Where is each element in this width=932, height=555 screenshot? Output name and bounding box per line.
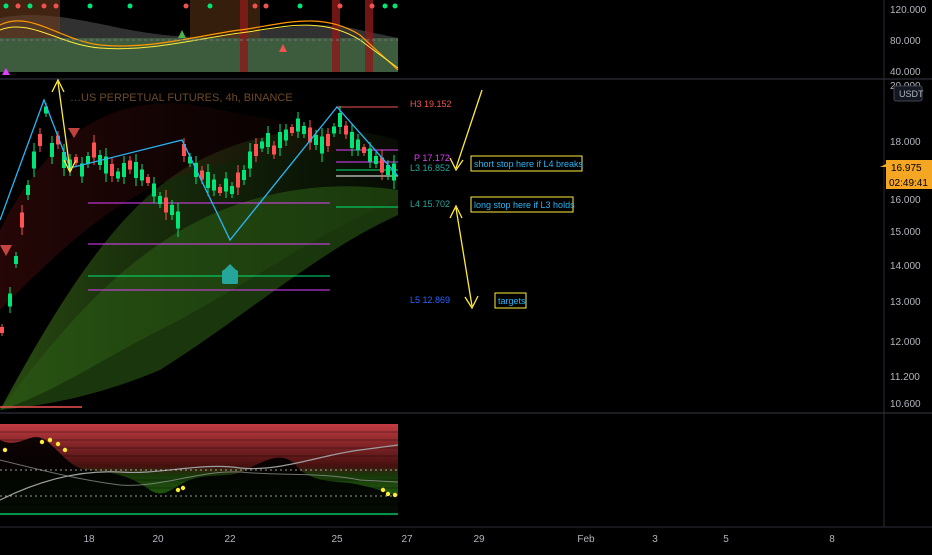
candle (344, 125, 348, 135)
time-tick: 20 (152, 534, 164, 545)
candle (122, 163, 126, 177)
candle (254, 144, 258, 156)
candle (242, 170, 246, 180)
candle (134, 162, 138, 178)
candle (362, 147, 366, 153)
pivot-label-l5: L5 12.869 (410, 295, 450, 305)
candle (272, 145, 276, 155)
candle (110, 164, 114, 176)
price-tick: 11.200 (890, 372, 920, 383)
candle (290, 127, 294, 133)
top-tick-2: 40.000 (890, 67, 921, 78)
top-oscillator (0, 0, 399, 75)
candle (314, 135, 318, 145)
pivot-label-p: P 17.172 (414, 153, 450, 163)
candle (296, 118, 300, 132)
pivot-label-l4: L4 15.702 (410, 199, 450, 209)
main-price-panel[interactable] (0, 78, 483, 410)
annotation-short-stop: short stop here if L4 breaks (474, 159, 584, 169)
price-tick: 15.000 (890, 227, 921, 238)
candle (158, 196, 162, 204)
candle (176, 211, 180, 229)
time-tick: 8 (829, 534, 835, 545)
time-tick: Feb (577, 534, 595, 545)
candle (0, 327, 4, 333)
candle (212, 179, 216, 191)
time-tick: 3 (652, 534, 658, 545)
price-tick: 10.600 (890, 399, 921, 410)
top-tick-1: 80.000 (890, 36, 921, 47)
symbol-header: …US PERPETUAL FUTURES, 4h, BINANCE (70, 92, 293, 104)
candle (152, 183, 156, 197)
candle (14, 256, 18, 264)
candle (146, 177, 150, 183)
candle (32, 151, 36, 169)
time-axis[interactable]: 18 20 22 25 27 29 Feb 3 5 8 (83, 534, 835, 545)
annotation-targets: targets (498, 296, 526, 306)
chart-root[interactable]: 120.000 80.000 40.000 …US PERPETUAL FUTU… (0, 0, 932, 550)
candle (218, 187, 222, 193)
candle (116, 171, 120, 179)
candle (26, 185, 30, 195)
candle (278, 132, 282, 148)
candle (140, 169, 144, 181)
pivot-label-h3: H3 19.152 (410, 99, 452, 109)
candle (266, 133, 270, 147)
candle (38, 134, 42, 146)
candle (50, 143, 54, 157)
candle (206, 172, 210, 188)
price-tick: 18.000 (890, 137, 921, 148)
time-tick: 22 (224, 534, 236, 545)
buy-signal-marker (222, 270, 238, 284)
time-tick: 25 (331, 534, 343, 545)
candle (248, 151, 252, 169)
last-price-label: 16.975 (891, 163, 922, 174)
price-tick: 12.000 (890, 337, 921, 348)
candle (224, 178, 228, 192)
candle (170, 205, 174, 215)
price-tick: 16.000 (890, 195, 921, 206)
candle (8, 293, 12, 307)
candle (236, 172, 240, 188)
candle (368, 148, 372, 162)
price-tick: 14.000 (890, 261, 921, 272)
candle (260, 141, 264, 149)
candle (302, 126, 306, 134)
candle (128, 160, 132, 170)
candle (20, 212, 24, 228)
candle (284, 129, 288, 141)
time-tick: 18 (83, 534, 95, 545)
countdown-label: 02:49:41 (889, 178, 928, 189)
currency-label: USDT (899, 89, 924, 99)
candle (320, 136, 324, 154)
candle (230, 186, 234, 194)
candle (326, 134, 330, 146)
candle (332, 126, 336, 134)
bottom-oscillator (0, 424, 399, 516)
time-tick: 29 (473, 534, 485, 545)
time-tick: 5 (723, 534, 729, 545)
time-tick: 27 (401, 534, 413, 545)
candle (356, 139, 360, 151)
annotation-long-stop: long stop here if L3 holds (474, 200, 575, 210)
pivot-label-l3: L3 16.852 (410, 163, 450, 173)
candle (338, 113, 342, 127)
candle (374, 156, 378, 164)
candle (92, 142, 96, 158)
candle (350, 132, 354, 148)
top-tick-0: 120.000 (890, 5, 927, 16)
candle (164, 197, 168, 213)
price-tick: 13.000 (890, 297, 921, 308)
